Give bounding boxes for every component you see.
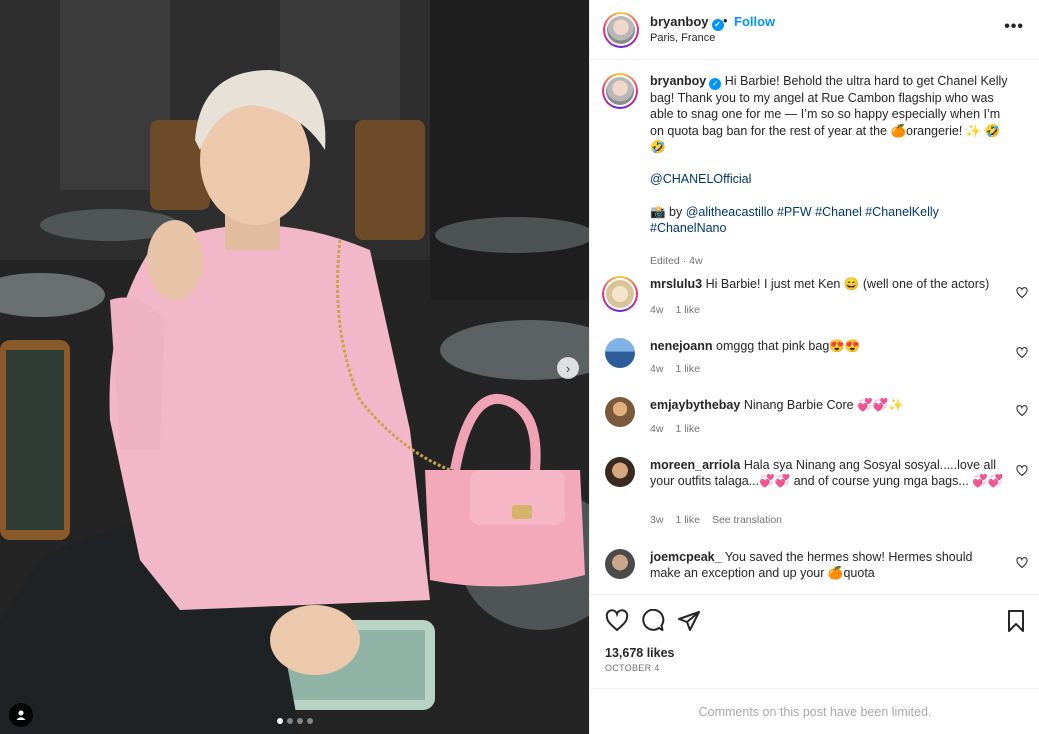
comment-body: mrslulu3 Hi Barbie! I just met Ken 😄 (we… (650, 276, 1005, 292)
carousel-dot (297, 718, 303, 724)
save-icon[interactable] (1004, 609, 1028, 633)
comment-likes[interactable]: 1 like (675, 363, 700, 375)
like-heart-icon[interactable] (1016, 347, 1028, 359)
verified-icon: ✓ (711, 19, 724, 31)
author-avatar[interactable] (603, 12, 639, 48)
comment-body: joemcpeak_ You saved the hermes show! He… (650, 549, 1005, 582)
post-side-panel: bryanboy ✓ • Follow Paris, France ••• bry… (589, 0, 1039, 734)
comment-meta: 4w 1 like (650, 423, 700, 435)
tagged-users-button[interactable] (9, 703, 33, 727)
comment-username[interactable]: emjaybythebay (650, 398, 740, 412)
hashtag-chanelnano[interactable]: #ChanelNano (650, 221, 726, 235)
comment-username[interactable]: moreen_arriola (650, 458, 740, 472)
caption-edited-time[interactable]: Edited · 4w (650, 255, 703, 267)
comment-likes[interactable]: 1 like (675, 304, 700, 316)
caption-body: bryanboy ✓ Hi Barbie! Behold the ultra ha… (650, 73, 1012, 237)
see-translation-link[interactable]: See translation (712, 514, 782, 526)
comment-meta: 4w 1 like (650, 363, 700, 375)
carousel-dot (307, 718, 313, 724)
commenter-avatar[interactable] (602, 276, 638, 312)
comment-meta: 3w 1 like See translation (650, 514, 782, 526)
post-photo[interactable]: › (0, 0, 589, 734)
caption-text-2: 🤣 (650, 139, 666, 154)
share-icon[interactable] (677, 609, 701, 633)
carousel-next-button[interactable]: › (557, 357, 579, 379)
comment-likes[interactable]: 1 like (675, 423, 700, 435)
hashtag-chanel[interactable]: #Chanel (815, 205, 862, 219)
post-location[interactable]: Paris, France (650, 32, 715, 44)
comments-limited-notice: Comments on this post have been limited. (590, 688, 1039, 734)
more-options-icon[interactable]: ••• (1004, 18, 1024, 36)
post-date[interactable]: OCTOBER 4 (605, 663, 660, 673)
comment-time[interactable]: 4w (650, 363, 663, 375)
hashtag-chanelkelly[interactable]: #ChanelKelly (865, 205, 939, 219)
comment-text: Hi Barbie! I just met Ken 😄 (well one of… (705, 277, 990, 291)
comment-text: Ninang Barbie Core 💞💞✨ (743, 398, 904, 412)
comment-body: nenejoann omggg that pink bag😍😍 (650, 338, 1005, 354)
carousel-dot (277, 718, 283, 724)
follow-button[interactable]: Follow (734, 14, 775, 29)
carousel-dots (277, 718, 313, 724)
hashtag-pfw[interactable]: #PFW (777, 205, 812, 219)
caption-mention[interactable]: @CHANELOfficial (650, 172, 751, 186)
verified-icon: ✓ (709, 78, 722, 90)
comment-time[interactable]: 4w (650, 423, 663, 435)
comment-username[interactable]: mrslulu3 (650, 277, 702, 291)
comment-time[interactable]: 3w (650, 514, 663, 526)
likes-count[interactable]: 13,678 likes (605, 646, 675, 660)
caption-meta: Edited · 4w (650, 255, 703, 267)
author-username[interactable]: bryanboy ✓ (650, 14, 724, 31)
like-heart-icon[interactable] (1016, 405, 1028, 417)
like-heart-icon[interactable] (1016, 465, 1028, 477)
user-icon (16, 710, 26, 720)
comment-icon[interactable] (641, 609, 665, 633)
caption-credit-mention[interactable]: @alitheacastillo (686, 205, 774, 219)
caption-avatar[interactable] (602, 73, 638, 109)
caption-username[interactable]: bryanboy (650, 74, 706, 88)
photo-scene (0, 0, 589, 734)
like-heart-icon[interactable] (1016, 557, 1028, 569)
comment-time[interactable]: 4w (650, 304, 663, 316)
comment-body: moreen_arriola Hala sya Ninang ang Sosya… (650, 457, 1005, 490)
commenter-avatar[interactable] (605, 397, 635, 427)
commenter-avatar[interactable] (605, 457, 635, 487)
comment-username[interactable]: nenejoann (650, 339, 713, 353)
comment-body: emjaybythebay Ninang Barbie Core 💞💞✨ (650, 397, 1005, 413)
caption-credit-prefix: 📸 by (650, 205, 683, 220)
commenter-avatar[interactable] (605, 549, 635, 579)
comments-list[interactable]: bryanboy ✓ Hi Barbie! Behold the ultra ha… (590, 61, 1039, 594)
like-icon[interactable] (605, 609, 629, 633)
post-actions: 13,678 likes OCTOBER 4 (590, 594, 1039, 688)
separator-dot: • (723, 13, 728, 28)
comment-meta: 4w 1 like (650, 304, 700, 316)
post-header: bryanboy ✓ • Follow Paris, France ••• (590, 0, 1039, 60)
carousel-dot (287, 718, 293, 724)
comment-likes[interactable]: 1 like (675, 514, 700, 526)
commenter-avatar[interactable] (605, 338, 635, 368)
comment-text: omggg that pink bag😍😍 (716, 339, 861, 353)
like-heart-icon[interactable] (1016, 287, 1028, 299)
comment-username[interactable]: joemcpeak_ (650, 550, 722, 564)
